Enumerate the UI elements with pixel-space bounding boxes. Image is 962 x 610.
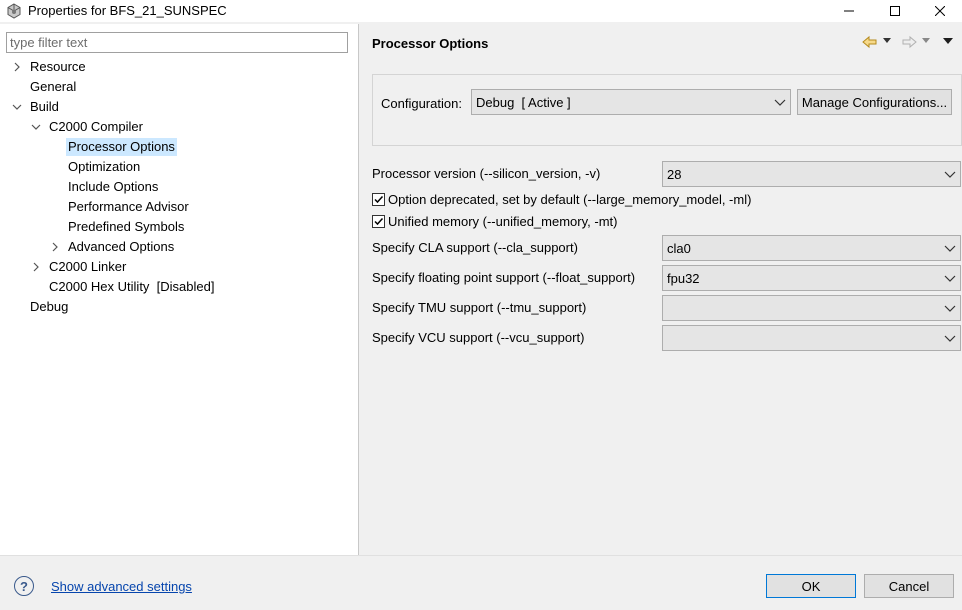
ok-button[interactable]: OK (766, 574, 856, 598)
tree-item-advanced-options[interactable]: Advanced Options (10, 238, 340, 256)
tree-item-c2000-hex-utility[interactable]: C2000 Hex Utility [Disabled] (10, 278, 340, 296)
chevron-down-icon (944, 171, 956, 178)
float-support-value: fpu32 (667, 271, 700, 286)
back-menu-dropdown-icon[interactable] (883, 38, 891, 44)
checkmark-icon (374, 217, 384, 226)
tree-item-label: C2000 Hex Utility [Disabled] (49, 279, 215, 294)
chevron-down-icon (944, 245, 956, 252)
manage-configurations-button[interactable]: Manage Configurations... (797, 89, 952, 115)
tree-item-label: Advanced Options (68, 239, 175, 254)
unified-memory-checkbox[interactable] (372, 215, 385, 228)
tree-item-general[interactable]: General (10, 78, 340, 96)
checkmark-icon (374, 195, 384, 204)
tree-item-build[interactable]: Build (10, 98, 340, 116)
chevron-right-icon[interactable] (29, 258, 43, 276)
tree-item-label: Include Options (68, 179, 159, 194)
vcu-support-label: Specify VCU support (--vcu_support) (372, 330, 585, 345)
configuration-label: Configuration: (381, 96, 462, 111)
dialog-footer: ? Show advanced settings OK Cancel (0, 556, 962, 610)
back-arrow-icon[interactable] (862, 35, 878, 49)
configuration-select[interactable]: Debug [ Active ] (471, 89, 791, 115)
chevron-down-icon (944, 305, 956, 312)
tree-item-c2000-linker[interactable]: C2000 Linker (10, 258, 340, 276)
tree-item-label: Debug (30, 299, 69, 314)
page-title: Processor Options (372, 36, 489, 51)
unified-memory-label[interactable]: Unified memory (--unified_memory, -mt) (388, 214, 617, 229)
tree-item-label: Performance Advisor (68, 199, 189, 214)
minimize-button[interactable] (826, 0, 872, 22)
maximize-button[interactable] (872, 0, 918, 22)
processor-version-value: 28 (667, 167, 682, 182)
show-advanced-settings-link[interactable]: Show advanced settings (51, 579, 192, 594)
chevron-down-icon (774, 99, 786, 106)
tree-item-performance-advisor[interactable]: Performance Advisor (10, 198, 340, 216)
tree-item-label: Processor Options (66, 138, 177, 156)
tree-item-label: Build (30, 99, 59, 114)
tree-item-label: Predefined Symbols (68, 219, 185, 234)
title-bar: Properties for BFS_21_SUNSPEC (0, 0, 962, 22)
window-title: Properties for BFS_21_SUNSPEC (28, 3, 227, 18)
cla-support-value: cla0 (667, 241, 691, 256)
chevron-down-icon[interactable] (29, 118, 43, 136)
properties-gear-icon (6, 3, 22, 19)
large-memory-model-checkbox[interactable] (372, 193, 385, 206)
tree-item-predefined-symbols[interactable]: Predefined Symbols (10, 218, 340, 236)
tmu-support-label: Specify TMU support (--tmu_support) (372, 300, 587, 315)
configuration-group: Configuration: Debug [ Active ] Manage C… (372, 74, 962, 146)
filter-input[interactable] (6, 32, 348, 53)
processor-version-label: Processor version (--silicon_version, -v… (372, 166, 601, 181)
help-icon[interactable]: ? (14, 576, 34, 596)
chevron-down-icon[interactable] (10, 98, 24, 116)
cancel-button[interactable]: Cancel (864, 574, 954, 598)
forward-menu-dropdown-icon[interactable] (922, 38, 930, 44)
vcu-support-select[interactable] (662, 325, 961, 351)
tree-item-include-options[interactable]: Include Options (10, 178, 340, 196)
tree-item-label: C2000 Linker (49, 259, 127, 274)
chevron-right-icon[interactable] (48, 238, 62, 256)
tree-item-debug[interactable]: Debug (10, 298, 340, 316)
tree-item-label: Optimization (68, 159, 141, 174)
large-memory-model-label[interactable]: Option deprecated, set by default (--lar… (388, 192, 751, 207)
chevron-down-icon (944, 275, 956, 282)
tree-item-processor-options[interactable]: Processor Options (10, 138, 340, 156)
chevron-down-icon (944, 335, 956, 342)
tree-item-optimization[interactable]: Optimization (10, 158, 340, 176)
tree-item-label: C2000 Compiler (49, 119, 143, 134)
tree-item-label: General (30, 79, 77, 94)
tree-item-label: Resource (30, 59, 86, 74)
float-support-label: Specify floating point support (--float_… (372, 270, 636, 285)
float-support-select[interactable]: fpu32 (662, 265, 961, 291)
close-button[interactable] (917, 0, 962, 22)
cla-support-select[interactable]: cla0 (662, 235, 961, 261)
navigation-pane: Resource General Build C2000 Compiler Pr… (0, 24, 358, 555)
tree-item-resource[interactable]: Resource (10, 58, 340, 76)
configuration-value: Debug [ Active ] (476, 95, 571, 110)
chevron-right-icon[interactable] (10, 58, 24, 76)
tmu-support-select[interactable] (662, 295, 961, 321)
forward-arrow-icon[interactable] (901, 35, 917, 49)
page-navigation (859, 34, 959, 52)
view-menu-icon[interactable] (943, 38, 953, 45)
property-page: Processor Options Configuration: Debug [… (359, 24, 962, 555)
cla-support-label: Specify CLA support (--cla_support) (372, 240, 578, 255)
processor-version-select[interactable]: 28 (662, 161, 961, 187)
tree-item-c2000-compiler[interactable]: C2000 Compiler (10, 118, 340, 136)
